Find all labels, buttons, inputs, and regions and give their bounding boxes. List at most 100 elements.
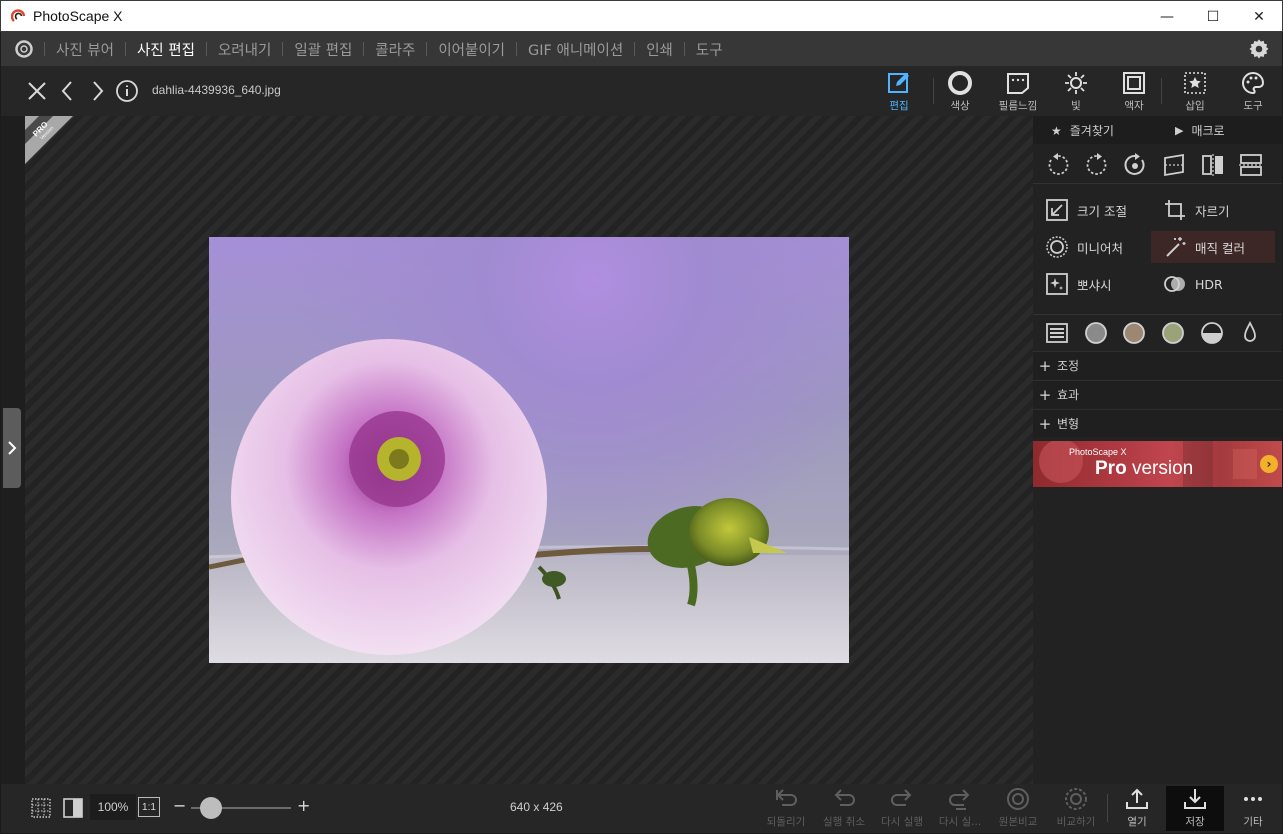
miniature-icon — [1046, 236, 1068, 258]
maximize-button[interactable]: ☐ — [1190, 1, 1236, 33]
zoom-slider-knob[interactable] — [200, 797, 222, 819]
tab-collage[interactable]: 콜라주 — [364, 39, 426, 60]
tool-frame[interactable]: 액자 — [1105, 70, 1163, 114]
filter-drop-icon[interactable] — [1238, 321, 1262, 345]
favorites-button[interactable]: ★ 즐겨찾기 — [1051, 122, 1114, 139]
tab-photo-viewer[interactable]: 사진 뷰어 — [45, 39, 125, 60]
home-logo-icon[interactable] — [14, 39, 34, 59]
redo-all-button[interactable]: 다시 실... — [931, 786, 989, 831]
actual-size-button[interactable]: 1:1 — [138, 797, 160, 817]
tab-combine[interactable]: 이어붙이기 — [427, 39, 516, 60]
magic-color-button[interactable]: 매직 컬러 — [1151, 231, 1275, 263]
section-effect[interactable]: + 효과 — [1033, 380, 1282, 408]
close-icon[interactable] — [25, 79, 49, 103]
upload-open-icon — [1126, 788, 1148, 809]
rotate-free-icon[interactable] — [1122, 152, 1148, 178]
film-icon — [1007, 73, 1029, 94]
tool-insert[interactable]: 삽입 — [1166, 70, 1224, 114]
banner-title: Pro version — [1095, 458, 1194, 479]
rotate-right-icon[interactable] — [1084, 152, 1110, 178]
tool-label: 액자 — [1124, 100, 1144, 112]
undo-button[interactable]: 실행 취소 — [815, 786, 873, 831]
tab-gif-animation[interactable]: GIF 애니메이션 — [517, 39, 634, 60]
tab-photo-editor[interactable]: 사진 편집 — [126, 39, 206, 60]
file-name: dahlia-4439936_640.jpg — [152, 83, 281, 97]
filter-presets-row — [1033, 314, 1282, 350]
filter-gray-icon[interactable] — [1084, 321, 1108, 345]
dahlia-photo[interactable] — [209, 237, 849, 663]
chevron-left-icon[interactable] — [56, 79, 80, 103]
pro-version-ribbon: PRO Version — [25, 116, 73, 164]
redo-button[interactable]: 다시 실행 — [873, 786, 931, 831]
grid-toggle-icon[interactable] — [30, 797, 52, 819]
chevron-right-icon[interactable] — [85, 79, 109, 103]
tab-print[interactable]: 인쇄 — [635, 39, 684, 60]
miniature-button[interactable]: 미니어처 — [1033, 231, 1151, 263]
tool-color[interactable]: 색상 — [931, 70, 989, 114]
rotate-left-icon[interactable] — [1045, 152, 1071, 178]
dahlia-image-illustration — [209, 339, 849, 663]
filter-list-icon[interactable] — [1045, 321, 1069, 345]
open-button[interactable]: 열기 — [1108, 786, 1166, 831]
download-save-icon — [1184, 789, 1206, 809]
section-adjust[interactable]: + 조정 — [1033, 351, 1282, 379]
crop-label: 자르기 — [1195, 203, 1230, 219]
filter-sepia-icon[interactable] — [1122, 321, 1146, 345]
banner-brand: PhotoScape X — [1069, 447, 1127, 457]
tool-label: 삽입 — [1185, 100, 1205, 112]
resize-button[interactable]: 크기 조절 — [1033, 194, 1151, 226]
save-button[interactable]: 저장 — [1166, 786, 1224, 831]
filter-half-tone-icon[interactable] — [1200, 321, 1224, 345]
resize-icon — [1046, 199, 1068, 221]
tool-film[interactable]: 필름느낌 — [989, 70, 1047, 114]
hdr-label: HDR — [1195, 276, 1223, 292]
redo-icon — [891, 789, 912, 806]
more-dots-icon — [1244, 797, 1262, 801]
straighten-icon[interactable] — [1161, 152, 1187, 178]
tool-tools[interactable]: 도구 — [1224, 70, 1282, 114]
banner-arrow-icon: › — [1260, 455, 1278, 473]
hdr-button[interactable]: HDR — [1151, 268, 1275, 300]
bloom-button[interactable]: 뽀샤시 — [1033, 268, 1151, 300]
zoom-in-button[interactable]: + — [297, 796, 310, 815]
image-dimensions: 640 x 426 — [510, 800, 563, 814]
editor-toolbar: dahlia-4439936_640.jpg 편집 색상 필름느낌 빛 액자 삽… — [1, 66, 1282, 116]
tool-light[interactable]: 빛 — [1047, 70, 1105, 114]
macro-button[interactable]: ▶ 매크로 — [1175, 122, 1225, 139]
more-button[interactable]: 기타 — [1224, 786, 1282, 831]
info-icon[interactable] — [115, 79, 139, 103]
zoom-level[interactable]: 100% — [90, 794, 136, 820]
compare-button[interactable]: 비교하기 — [1047, 786, 1105, 831]
expand-sidebar-button[interactable] — [3, 408, 21, 488]
tool-edit[interactable]: 편집 — [870, 70, 928, 114]
original-compare-icon — [1007, 788, 1029, 810]
close-window-button[interactable]: ✕ — [1236, 1, 1282, 33]
image-canvas[interactable]: PRO Version — [25, 116, 1033, 784]
compare-view-icon[interactable] — [62, 797, 84, 819]
tool-label: 색상 — [950, 100, 970, 112]
bottom-bar: 100% 1:1 − + 640 x 426 되돌리기 실행 취소 다시 실행 … — [1, 784, 1282, 833]
plus-icon: + — [1038, 385, 1052, 404]
plus-icon: + — [1038, 356, 1052, 375]
hdr-icon — [1164, 276, 1185, 292]
revert-button[interactable]: 되돌리기 — [757, 786, 815, 831]
minimize-button[interactable]: — — [1144, 1, 1190, 33]
tool-label: 도구 — [1243, 100, 1263, 112]
action-label: 기타 — [1243, 816, 1263, 828]
flip-horizontal-icon[interactable] — [1200, 152, 1226, 178]
section-label: 효과 — [1057, 388, 1080, 402]
magic-color-label: 매직 컬러 — [1195, 240, 1245, 256]
filter-green-tone-icon[interactable] — [1161, 321, 1185, 345]
flip-vertical-icon[interactable] — [1238, 152, 1264, 178]
tab-batch-edit[interactable]: 일괄 편집 — [283, 39, 363, 60]
tab-tools[interactable]: 도구 — [685, 39, 734, 60]
section-transform[interactable]: + 변형 — [1033, 409, 1282, 437]
original-compare-button[interactable]: 원본비교 — [989, 786, 1047, 831]
undo-icon — [834, 789, 855, 806]
pro-version-banner[interactable]: PhotoScape X Pro version › — [1033, 441, 1282, 487]
crop-button[interactable]: 자르기 — [1151, 194, 1275, 226]
settings-gear-icon[interactable] — [1248, 38, 1270, 60]
zoom-out-button[interactable]: − — [173, 796, 186, 815]
compare-icon — [1065, 788, 1087, 810]
tab-cut-out[interactable]: 오려내기 — [207, 39, 282, 60]
